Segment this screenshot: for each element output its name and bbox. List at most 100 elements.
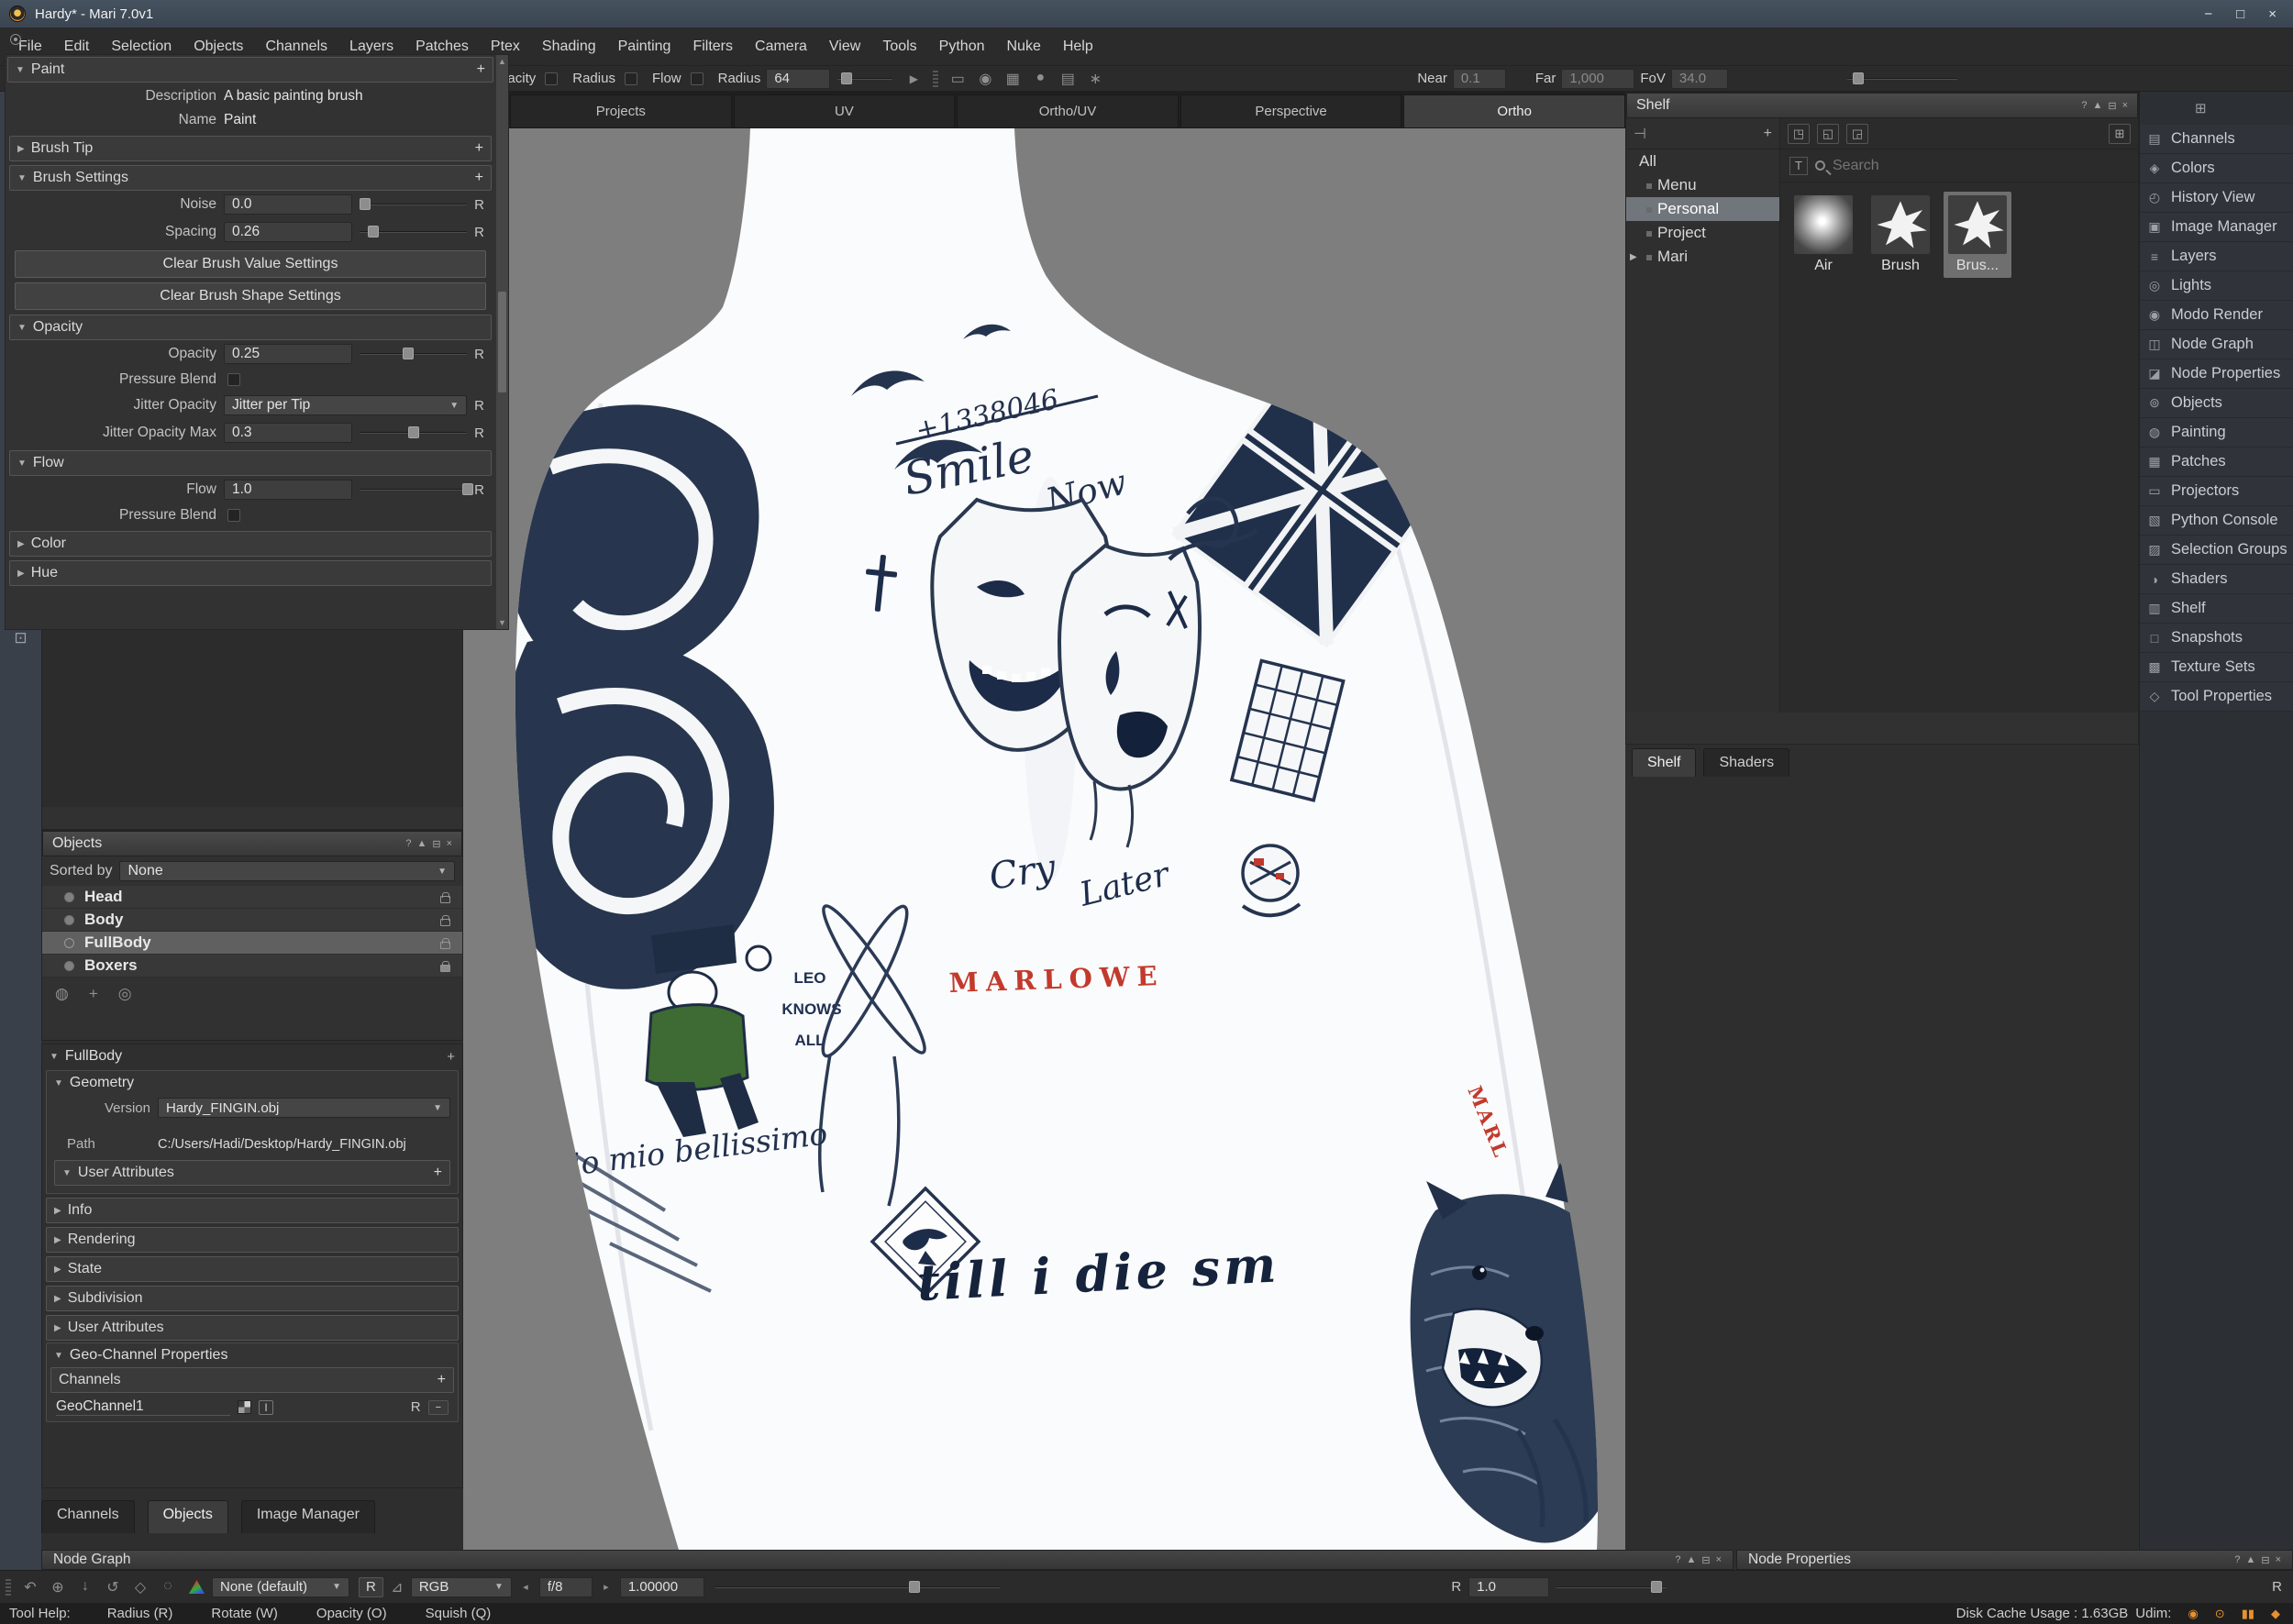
menu-item[interactable]: Patches xyxy=(404,39,480,55)
viewport-tab[interactable]: Ortho xyxy=(1403,94,1625,128)
shelf-tree-item[interactable]: ▶ All xyxy=(1626,149,1779,173)
jitter-opacity-max-slider[interactable] xyxy=(360,425,467,440)
flow-section[interactable]: ▼Flow xyxy=(9,450,492,476)
panel-header-icon[interactable]: × xyxy=(447,838,452,850)
menu-item[interactable]: Shading xyxy=(531,39,607,55)
menu-item[interactable]: Nuke xyxy=(995,39,1051,55)
object-row[interactable]: Head xyxy=(42,886,462,909)
panel-header-icon[interactable]: ▲ xyxy=(2092,100,2102,112)
add-shelf-icon[interactable]: + xyxy=(1764,126,1772,142)
sorted-by-dropdown[interactable]: None▼ xyxy=(119,861,455,881)
dock-panel-item[interactable]: ◪ Node Properties xyxy=(2140,359,2293,389)
jitter-opacity-max-field[interactable]: 0.3 xyxy=(224,423,352,443)
panel-tab[interactable]: Shaders xyxy=(1703,748,1789,777)
dock-panel-item[interactable]: ◑ Shaders xyxy=(2140,565,2293,594)
curve-icon[interactable]: ⊿ xyxy=(383,1578,411,1596)
reset-label[interactable]: R xyxy=(1451,1579,1461,1595)
tool-properties-scrollbar[interactable]: ▲▼ xyxy=(496,55,508,629)
reset-label[interactable]: R xyxy=(474,225,484,240)
add-icon[interactable]: + xyxy=(475,170,483,186)
radius-value-field[interactable]: 1.0 xyxy=(1468,1577,1549,1597)
status-icon[interactable]: ⊙ xyxy=(2215,1607,2225,1621)
status-icon[interactable]: ◉ xyxy=(2188,1607,2198,1621)
viewport-tab[interactable]: Ortho/UV xyxy=(957,94,1179,128)
toggle-checkbox[interactable] xyxy=(545,72,558,85)
near-field[interactable]: 0.1 xyxy=(1453,69,1506,89)
panel-header-icon[interactable]: ? xyxy=(2081,100,2087,112)
menu-item[interactable]: Layers xyxy=(338,39,404,55)
menu-item[interactable]: Selection xyxy=(100,39,183,55)
view-toolbar-icon[interactable]: ▤ xyxy=(1054,70,1081,88)
brush-tile[interactable]: Air xyxy=(1789,192,1857,278)
radius-slider[interactable] xyxy=(837,72,892,86)
reset-label[interactable]: R xyxy=(411,1399,421,1415)
menu-item[interactable]: Tools xyxy=(871,39,927,55)
object-row[interactable]: FullBody xyxy=(42,932,462,955)
decrement-icon[interactable]: ◂ xyxy=(512,1581,539,1593)
exposure-slider[interactable] xyxy=(715,1580,1000,1595)
fov-field[interactable]: 34.0 xyxy=(1671,69,1728,89)
fstop-field[interactable]: f/8 xyxy=(539,1577,593,1597)
flow-slider[interactable] xyxy=(360,482,467,497)
collapsed-section[interactable]: ▶User Attributes xyxy=(46,1315,459,1341)
info-icon[interactable]: I xyxy=(259,1400,273,1415)
reset-label[interactable]: R xyxy=(474,398,484,414)
visibility-eye-icon[interactable] xyxy=(64,938,74,948)
brush-tile[interactable]: Brush xyxy=(1867,192,1934,278)
objects-toolbar-icon[interactable]: ◍ xyxy=(55,985,69,1003)
nav-icon[interactable]: ◌ xyxy=(154,1578,182,1596)
geo-channel-name[interactable]: GeoChannel1 xyxy=(56,1398,230,1416)
flow-field[interactable]: 1.0 xyxy=(224,480,352,500)
panel-tab[interactable]: Objects xyxy=(148,1500,228,1533)
lock-icon[interactable] xyxy=(440,919,450,926)
menu-item[interactable]: Edit xyxy=(53,39,101,55)
opacity-slider[interactable] xyxy=(360,347,467,361)
shelf-panel-header[interactable]: Shelf ?▲⊟× xyxy=(1626,93,2138,118)
objects-toolbar-icon[interactable]: ◎ xyxy=(118,985,132,1003)
dock-panel-item[interactable]: ⊚ Objects xyxy=(2140,389,2293,418)
tree-arrow-icon[interactable]: ▶ xyxy=(1630,252,1637,262)
dock-panel-item[interactable]: ◉ Modo Render xyxy=(2140,301,2293,330)
shelf-tree-item[interactable]: ▶ Mari xyxy=(1626,245,1779,269)
reset-button[interactable]: R xyxy=(359,1577,383,1597)
dock-panel-item[interactable]: ◫ Node Graph xyxy=(2140,330,2293,359)
panel-header-icon[interactable]: ⊟ xyxy=(2261,1554,2269,1566)
view-toolbar-icon[interactable]: ∗ xyxy=(1081,70,1109,88)
nav-icon[interactable]: ◇ xyxy=(127,1578,154,1596)
node-graph-header[interactable]: Node Graph ?▲⊟× xyxy=(41,1550,1734,1570)
dock-panel-item[interactable]: ▣ Image Manager xyxy=(2140,213,2293,242)
dock-panel-item[interactable]: ≡ Layers xyxy=(2140,242,2293,271)
object-row[interactable]: Boxers xyxy=(42,955,462,978)
window-button[interactable]: □ xyxy=(2236,6,2244,22)
nav-icon[interactable]: ↓ xyxy=(72,1578,99,1596)
pressure-blend-checkbox[interactable] xyxy=(227,373,240,386)
panel-header-icon[interactable]: ⊟ xyxy=(2108,100,2116,112)
visibility-eye-icon[interactable] xyxy=(64,915,74,925)
dock-panel-item[interactable]: ◍ Painting xyxy=(2140,418,2293,447)
view-toolbar-icon[interactable]: ◉ xyxy=(971,70,999,88)
toggle-checkbox[interactable] xyxy=(691,72,703,85)
clear-brush-value-button[interactable]: Clear Brush Value Settings xyxy=(15,250,486,278)
geometry-section[interactable]: ▼Geometry xyxy=(47,1071,458,1095)
paint-section[interactable]: ▼Paint+ xyxy=(7,57,493,83)
collapsed-section[interactable]: ▶Rendering xyxy=(46,1227,459,1253)
menu-item[interactable]: Channels xyxy=(254,39,338,55)
spacing-field[interactable]: 0.26 xyxy=(224,222,352,242)
panel-header-icon[interactable]: ? xyxy=(1675,1554,1680,1566)
collapse-icon[interactable]: ⊣ xyxy=(1634,125,1646,143)
view-toolbar-icon[interactable]: ▭ xyxy=(944,70,971,88)
dock-panel-item[interactable]: ◈ Colors xyxy=(2140,154,2293,183)
noise-slider[interactable] xyxy=(360,197,467,212)
brush-settings-section[interactable]: ▼Brush Settings+ xyxy=(9,165,492,191)
name-value[interactable]: Paint xyxy=(224,112,484,128)
toolbar-grip[interactable] xyxy=(933,71,938,87)
panel-header-icon[interactable]: × xyxy=(2276,1554,2281,1566)
objects-toolbar-icon[interactable]: + xyxy=(89,985,98,1003)
reset-label[interactable]: R xyxy=(474,197,484,213)
dock-panel-item[interactable]: ▦ Patches xyxy=(2140,447,2293,477)
menu-item[interactable]: Help xyxy=(1052,39,1104,55)
add-icon[interactable]: + xyxy=(434,1165,442,1181)
jitter-opacity-dropdown[interactable]: Jitter per Tip▼ xyxy=(224,395,467,415)
dock-panel-item[interactable]: ◇ Tool Properties xyxy=(2140,682,2293,712)
collapsed-section[interactable]: ▶State xyxy=(46,1256,459,1282)
